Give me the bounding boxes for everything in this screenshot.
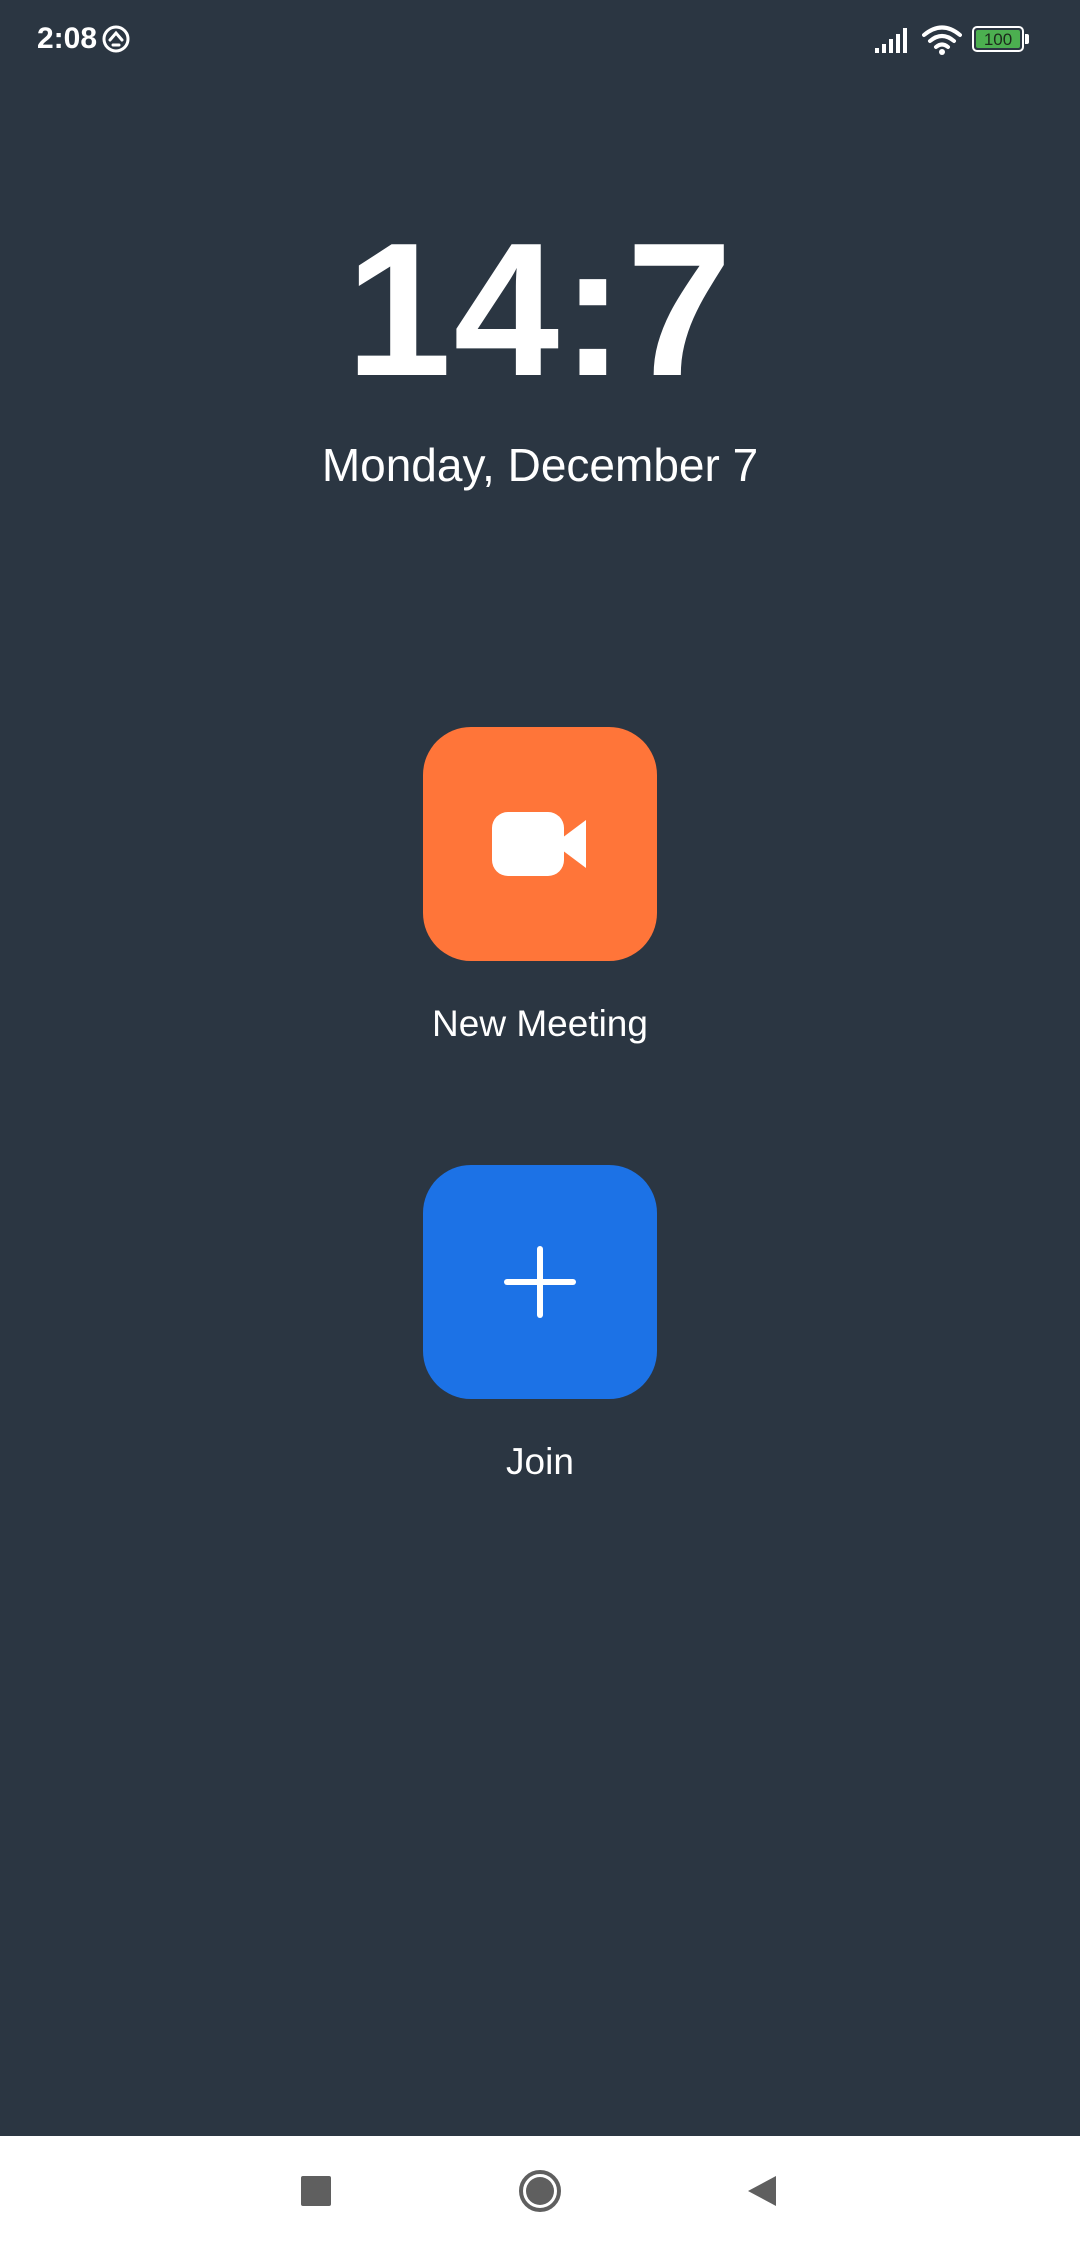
- status-time: 2:08: [37, 22, 98, 55]
- recents-icon: [301, 2176, 331, 2206]
- join-action: Join: [0, 1165, 1080, 1483]
- sync-icon: [102, 25, 130, 53]
- home-button[interactable]: [515, 2166, 565, 2216]
- new-meeting-label: New Meeting: [432, 1003, 648, 1044]
- battery-level: 100: [976, 30, 1020, 48]
- zoom-home-screen: 2:08 100 14:7 Monday, December 7 New Mee…: [0, 0, 1080, 2246]
- wifi-icon: [922, 25, 962, 55]
- battery-tip: [1025, 34, 1029, 44]
- status-bar: 2:08 100: [0, 0, 1080, 82]
- back-button[interactable]: [737, 2166, 787, 2216]
- clock-time: 14:7: [345, 204, 735, 416]
- battery-icon: 100: [972, 26, 1030, 54]
- new-meeting-action: New Meeting: [0, 727, 1080, 1045]
- recents-button[interactable]: [291, 2166, 341, 2216]
- home-icon: [519, 2170, 561, 2212]
- back-icon: [748, 2176, 776, 2206]
- system-nav-bar: [0, 2136, 1080, 2246]
- video-camera-icon: [492, 812, 586, 876]
- join-button[interactable]: [423, 1165, 657, 1399]
- signal-icon: [875, 28, 907, 53]
- join-label: Join: [506, 1441, 574, 1482]
- battery-body: 100: [972, 26, 1024, 52]
- plus-icon: [504, 1246, 576, 1318]
- clock-date: Monday, December 7: [321, 439, 759, 491]
- new-meeting-button[interactable]: [423, 727, 657, 961]
